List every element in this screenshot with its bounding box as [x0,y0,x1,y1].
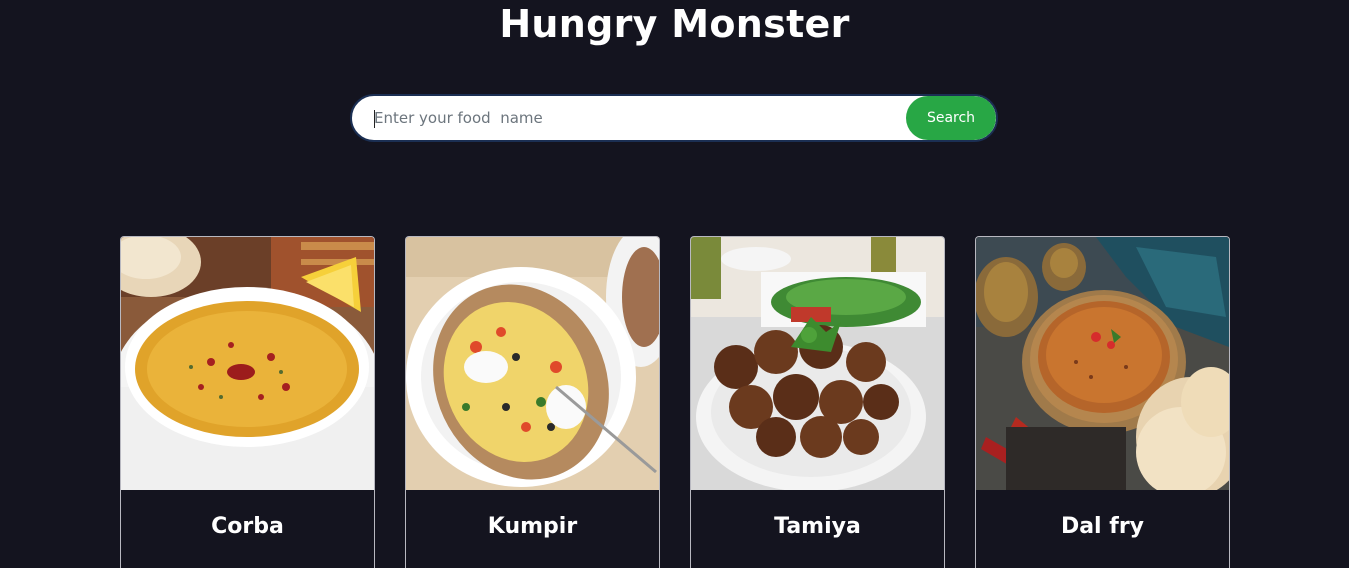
meal-card-corba[interactable]: Corba [120,236,375,568]
page: Hungry Monster Search [0,0,1349,568]
search-button[interactable]: Search [906,96,996,140]
meal-name: Dal fry [1060,514,1145,539]
search-bar: Search [350,94,998,142]
meal-image-kumpir [406,237,659,490]
search-input[interactable] [352,96,908,140]
page-title: Hungry Monster [499,2,850,46]
meal-card-tamiya[interactable]: Tamiya [690,236,945,568]
meal-card-kumpir[interactable]: Kumpir [405,236,660,568]
meal-image-corba [121,237,374,490]
meal-name: Corba [211,514,284,539]
meal-card-dal-fry[interactable]: Dal fry [975,236,1230,568]
meal-image-dal-fry [976,237,1229,490]
text-caret [374,110,375,128]
meal-name: Tamiya [774,514,861,539]
meal-image-tamiya [691,237,944,490]
meal-name: Kumpir [487,514,578,539]
